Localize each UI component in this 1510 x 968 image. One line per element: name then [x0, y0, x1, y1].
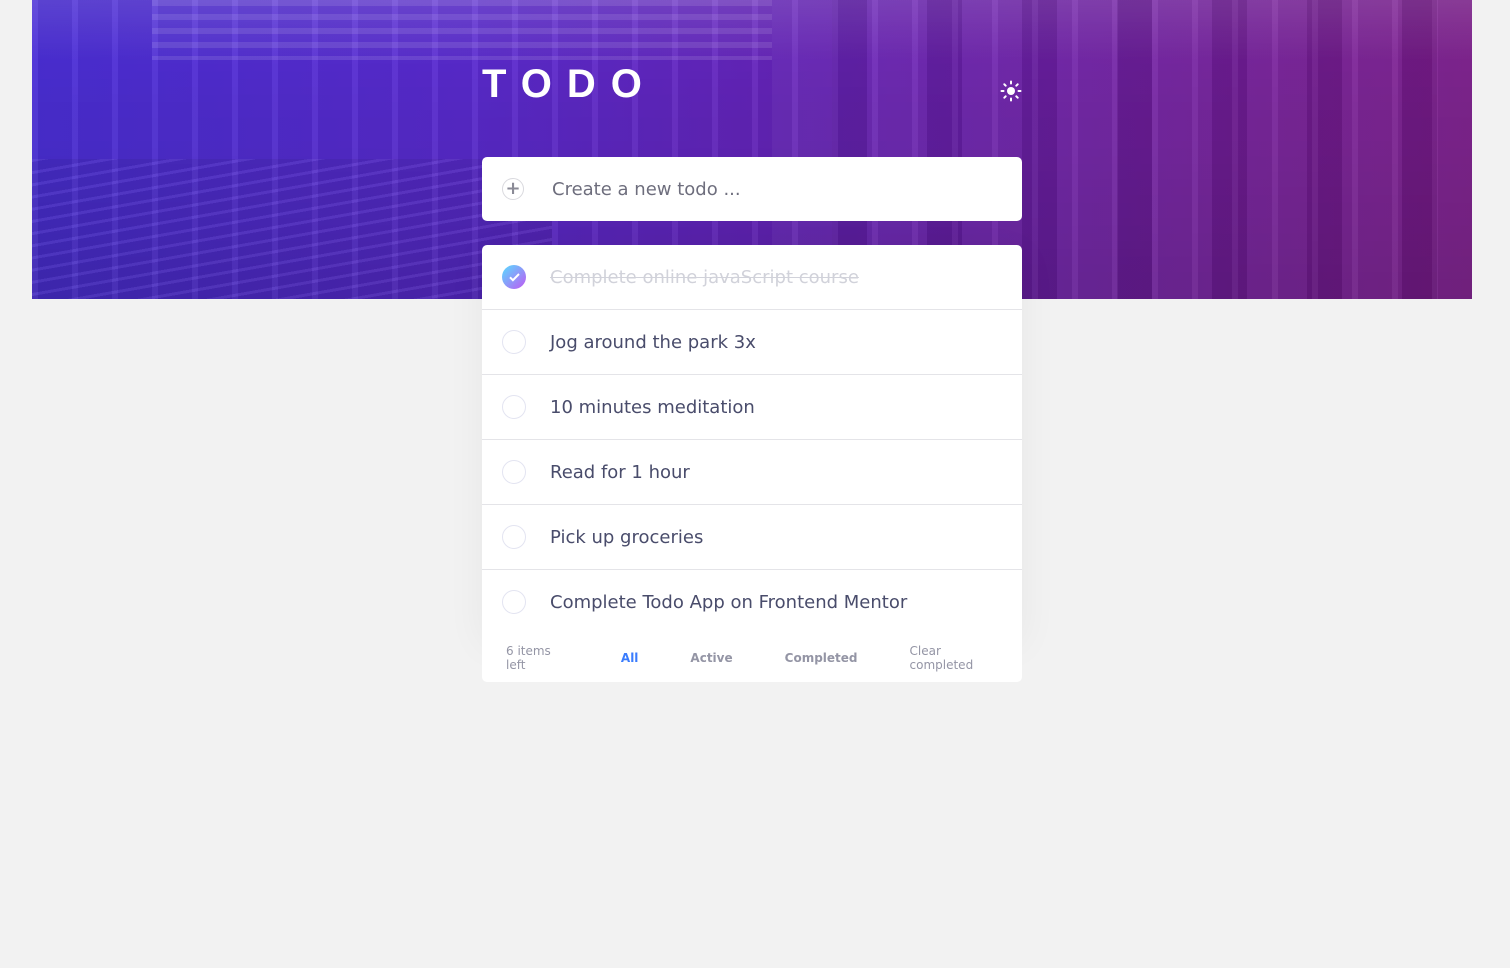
todo-list: Complete online javaScript course Jog ar… [482, 245, 1022, 635]
todo-item[interactable]: Complete online javaScript course [482, 245, 1022, 310]
todo-footer: 6 items left All Active Completed Clear … [482, 634, 1022, 682]
todo-item[interactable]: 10 minutes meditation [482, 375, 1022, 440]
hero-ceiling-detail [152, 0, 772, 60]
filter-group: All Active Completed [621, 651, 858, 665]
filter-active[interactable]: Active [690, 651, 732, 665]
hero-floor-detail [32, 159, 552, 299]
todo-checkbox[interactable] [502, 590, 526, 614]
todo-text: Complete online javaScript course [550, 266, 859, 288]
items-left-count: 6 items left [506, 644, 551, 672]
todo-checkbox[interactable] [502, 525, 526, 549]
theme-toggle-button[interactable] [1000, 80, 1022, 102]
clear-completed-button[interactable]: Clear completed [910, 644, 998, 672]
checkmark-icon [508, 272, 520, 282]
todo-text: Read for 1 hour [550, 461, 690, 483]
sun-icon [1000, 80, 1022, 102]
filter-all[interactable]: All [621, 651, 639, 665]
new-todo-bar: + [482, 157, 1022, 221]
todo-checkbox-checked[interactable] [502, 265, 526, 289]
todo-checkbox[interactable] [502, 330, 526, 354]
todo-item[interactable]: Jog around the park 3x [482, 310, 1022, 375]
filter-completed[interactable]: Completed [785, 651, 858, 665]
plus-icon: + [505, 178, 521, 199]
todo-text: Complete Todo App on Frontend Mentor [550, 591, 908, 613]
app-header: TODO [482, 62, 1022, 106]
new-todo-input[interactable] [550, 168, 994, 210]
todo-item[interactable]: Pick up groceries [482, 505, 1022, 570]
todo-item[interactable]: Read for 1 hour [482, 440, 1022, 505]
todo-item[interactable]: Complete Todo App on Frontend Mentor [482, 570, 1022, 635]
app-title: TODO [482, 62, 657, 106]
add-todo-button[interactable]: + [502, 178, 524, 200]
todo-checkbox[interactable] [502, 395, 526, 419]
todo-text: 10 minutes meditation [550, 396, 755, 418]
todo-text: Pick up groceries [550, 526, 704, 548]
todo-checkbox[interactable] [502, 460, 526, 484]
todo-text: Jog around the park 3x [550, 331, 756, 353]
